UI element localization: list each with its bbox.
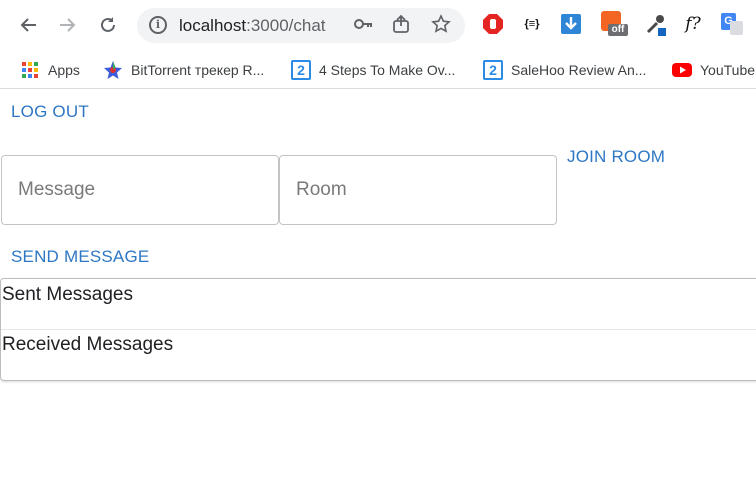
json-viewer-icon[interactable]: {≡} [520,12,544,36]
bookmark-bittorrent[interactable]: BitTorrent трекер R... [103,57,264,83]
bookmark-label: Apps [48,62,80,78]
two-icon: 2 [483,60,503,80]
bookmark-salehoo[interactable]: 2 SaleHoo Review An... [483,57,646,83]
site-info-icon[interactable]: i [149,16,167,34]
apps-grid-icon [20,60,40,80]
reload-button[interactable] [93,10,123,40]
eyedropper-icon[interactable] [644,12,668,36]
download-icon[interactable] [559,12,583,36]
chat-page: LOG OUT JOIN ROOM SEND MESSAGE Sent Mess… [0,90,756,492]
forward-arrow-icon [60,18,76,32]
room-input[interactable] [280,156,556,224]
bookmark-label: BitTorrent трекер R... [131,62,265,78]
divider [1,329,756,330]
forward-button[interactable] [52,10,82,40]
message-field[interactable] [1,155,279,225]
share-icon[interactable] [389,14,413,38]
bookmark-4-steps[interactable]: 2 4 Steps To Make Ov... [291,57,455,83]
join-room-button[interactable]: JOIN ROOM [567,147,665,167]
message-input[interactable] [2,156,278,224]
room-field[interactable] [279,155,557,225]
sent-messages-heading: Sent Messages [2,284,133,305]
bookmark-youtube[interactable]: YouTube [672,57,755,83]
browser-toolbar: i localhost:3000/chat {≡} off f? G [0,0,756,52]
function-icon[interactable]: f? [681,12,705,36]
key-icon[interactable] [351,14,375,38]
bookmarks-bar: Apps BitTorrent трекер R... 2 4 Steps To… [0,52,756,89]
two-icon: 2 [291,60,311,80]
adblock-icon[interactable] [481,12,505,36]
star-icon[interactable] [429,14,453,38]
received-messages-heading: Received Messages [2,334,174,355]
logout-button[interactable]: LOG OUT [11,102,89,122]
bookmark-apps[interactable]: Apps [20,57,80,83]
bookmark-label: 4 Steps To Make Ov... [319,62,456,78]
coupon-off-icon[interactable]: off [600,11,628,36]
bittorrent-icon [103,60,123,80]
back-button[interactable] [14,10,44,40]
youtube-icon [672,60,692,80]
off-badge: off [608,24,628,36]
bookmark-label: YouTube [700,62,756,78]
reload-icon [101,17,115,32]
back-arrow-icon [20,18,36,32]
send-message-button[interactable]: SEND MESSAGE [11,247,149,267]
messages-panel: Sent Messages Received Messages [0,278,756,381]
translate-icon[interactable]: G [720,12,744,36]
bookmark-label: SaleHoo Review An... [511,62,647,78]
address-bar[interactable]: i localhost:3000/chat [137,8,465,43]
url-text: localhost:3000/chat [179,16,326,35]
